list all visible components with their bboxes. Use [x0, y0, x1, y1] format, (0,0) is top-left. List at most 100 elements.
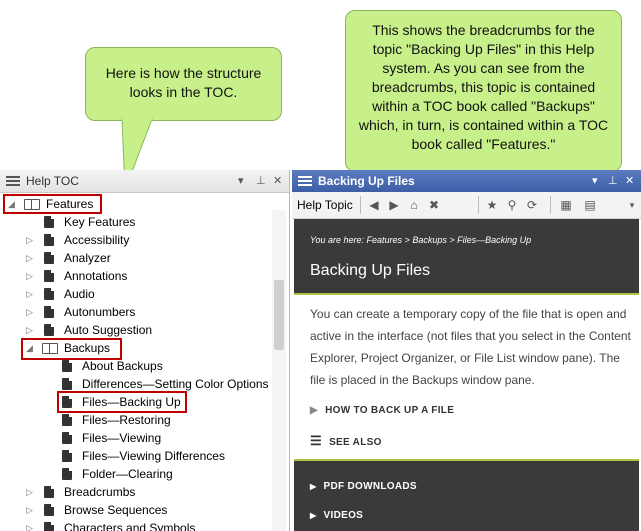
- toc-item[interactable]: ▷ Browse Sequences: [0, 501, 270, 519]
- stop-icon[interactable]: ✖: [426, 197, 442, 213]
- book-icon: [44, 486, 54, 498]
- highlight-backups: [21, 338, 122, 360]
- callout-left-text: Here is how the structure looks in the T…: [105, 65, 262, 100]
- toc-item-label: Files—Restoring: [82, 413, 171, 427]
- expand-triangle-icon[interactable]: ▷: [26, 249, 33, 267]
- expand-triangle-icon[interactable]: ▷: [26, 321, 33, 339]
- highlight-files-backing-up: [57, 391, 187, 413]
- dropdown-arrow-icon[interactable]: ▾: [592, 174, 598, 188]
- toc-pane-header: Help TOC ▾ ⊥ ✕: [0, 170, 289, 193]
- toc-item[interactable]: Key Features: [0, 213, 270, 231]
- toc-item-label: Files—Viewing: [82, 431, 162, 445]
- book-icon: [44, 252, 54, 264]
- toc-pane: Help TOC ▾ ⊥ ✕ ◢ Features Key Features ▷ Acc…: [0, 170, 290, 531]
- toc-item[interactable]: ▷ Characters and Symbols: [0, 519, 270, 531]
- toolbar-separator: [360, 196, 361, 214]
- expand-triangle-icon[interactable]: ▷: [26, 501, 33, 519]
- toolbar-overflow-icon[interactable]: ▾: [624, 197, 640, 213]
- topic-pane-header: Backing Up Files ▾ ⊥ ✕: [292, 170, 641, 192]
- sync-icon[interactable]: ⟳: [524, 197, 540, 213]
- page-icon: [62, 360, 72, 372]
- toc-item-label: Annotations: [64, 269, 128, 283]
- close-icon[interactable]: ✕: [273, 174, 282, 188]
- tree-icon[interactable]: ▦: [558, 197, 574, 213]
- callout-toc-structure: Here is how the structure looks in the T…: [85, 47, 282, 121]
- book-icon: [44, 522, 54, 531]
- expand-triangle-icon: ▶: [310, 405, 318, 416]
- toc-item-label: Characters and Symbols: [64, 521, 196, 531]
- forward-icon[interactable]: ▶: [386, 197, 402, 213]
- toc-item-label: Files—Viewing Differences: [82, 449, 225, 463]
- help-topic-label: Help Topic: [297, 198, 353, 212]
- pdf-downloads-link[interactable]: ▶ PDF DOWNLOADS: [310, 481, 417, 492]
- accent-divider: [294, 293, 639, 295]
- book-icon: [44, 306, 54, 318]
- callout-right-text: This shows the breadcrumbs for the topic…: [358, 22, 609, 152]
- book-icon: [44, 234, 54, 246]
- expand-triangle-icon: ▶: [310, 511, 317, 520]
- page-icon: [62, 450, 72, 462]
- dropdown-how-to-back-up[interactable]: ▶ HOW TO BACK UP A FILE: [310, 405, 454, 416]
- toc-item[interactable]: ▷ Breadcrumbs: [0, 483, 270, 501]
- toc-item[interactable]: Files—Restoring: [0, 411, 270, 429]
- toc-item[interactable]: ▷ Annotations: [0, 267, 270, 285]
- expand-triangle-icon[interactable]: ▷: [26, 483, 33, 501]
- tree-collapse-icon[interactable]: ▤: [582, 197, 598, 213]
- dropdown-arrow-icon[interactable]: ▾: [238, 174, 244, 188]
- page-icon: [44, 216, 54, 228]
- home-icon[interactable]: ⌂: [406, 197, 422, 213]
- toolbar-separator: [550, 196, 551, 214]
- toc-item[interactable]: Folder—Clearing: [0, 465, 270, 483]
- menu-icon[interactable]: [6, 176, 20, 186]
- toc-scrollbar[interactable]: [272, 210, 286, 531]
- expand-triangle-icon: ▶: [310, 482, 317, 491]
- page-icon: [62, 378, 72, 390]
- expand-triangle-icon[interactable]: ▷: [26, 303, 33, 321]
- toc-item[interactable]: Files—Viewing: [0, 429, 270, 447]
- toc-item-label: Breadcrumbs: [64, 485, 136, 499]
- toc-item[interactable]: ▷ Accessibility: [0, 231, 270, 249]
- topic-content: You are here: Features > Backups > Files…: [294, 219, 639, 531]
- topic-body-text: You can create a temporary copy of the f…: [310, 307, 631, 387]
- toc-item-label: Folder—Clearing: [82, 467, 173, 481]
- toc-item[interactable]: ▷ Auto Suggestion: [0, 321, 270, 339]
- dropdown-label: SEE ALSO: [329, 437, 382, 448]
- pin-icon[interactable]: ⊥: [608, 174, 618, 188]
- pdf-downloads-label: PDF DOWNLOADS: [323, 481, 417, 492]
- dropdown-see-also[interactable]: ☰ SEE ALSO: [310, 433, 382, 449]
- book-icon: [44, 504, 54, 516]
- toc-scroll-thumb[interactable]: [274, 280, 284, 350]
- close-icon[interactable]: ✕: [625, 174, 634, 188]
- toc-item[interactable]: ▷ Audio: [0, 285, 270, 303]
- toc-item[interactable]: ▷ Analyzer: [0, 249, 270, 267]
- toc-item-label: Autonumbers: [64, 305, 136, 319]
- videos-link[interactable]: ▶ VIDEOS: [310, 510, 363, 521]
- toc-item[interactable]: ▷ Autonumbers: [0, 303, 270, 321]
- page-icon: [62, 468, 72, 480]
- binoculars-icon[interactable]: ⚲: [504, 197, 520, 213]
- topic-toolbar: Help Topic ◀ ▶ ⌂ ✖ ★ ⚲ ⟳ ▦ ▤ ▾: [292, 192, 641, 219]
- page-icon: [62, 414, 72, 426]
- expand-triangle-icon[interactable]: ▷: [26, 519, 33, 531]
- dropdown-label: HOW TO BACK UP A FILE: [325, 405, 455, 416]
- pin-icon[interactable]: ⊥: [256, 174, 266, 188]
- book-icon: [44, 270, 54, 282]
- callout-breadcrumbs: This shows the breadcrumbs for the topic…: [345, 10, 622, 172]
- bookmark-icon[interactable]: ★: [484, 197, 500, 213]
- toc-item[interactable]: Files—Viewing Differences: [0, 447, 270, 465]
- videos-label: VIDEOS: [323, 510, 364, 521]
- expand-triangle-icon[interactable]: ▷: [26, 285, 33, 303]
- expand-triangle-icon[interactable]: ▷: [26, 267, 33, 285]
- breadcrumbs[interactable]: You are here: Features > Backups > Files…: [310, 235, 531, 245]
- back-icon[interactable]: ◀: [366, 197, 382, 213]
- topic-title: Backing Up Files: [310, 262, 431, 279]
- toolbar-separator: [478, 196, 479, 214]
- toc-pane-title: Help TOC: [26, 174, 79, 188]
- toc-item-label: Audio: [64, 287, 95, 301]
- expand-triangle-icon[interactable]: ▷: [26, 231, 33, 249]
- toc-item-label: Accessibility: [64, 233, 130, 247]
- topic-pane-title: Backing Up Files: [318, 174, 415, 188]
- menu-icon[interactable]: [298, 176, 312, 186]
- toc-item-label: Analyzer: [64, 251, 111, 265]
- book-icon: [44, 288, 54, 300]
